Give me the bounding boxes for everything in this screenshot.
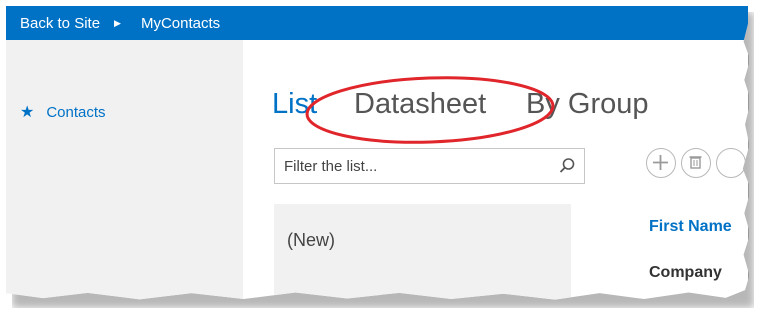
company-label: Company — [649, 264, 722, 281]
delete-item-button[interactable] — [681, 148, 711, 178]
screenshot-frame: Back to Site ▶ MyContacts ★ Contacts Lis… — [6, 6, 748, 300]
left-navigation: ★ Contacts — [6, 40, 243, 300]
chevron-right-icon: ▶ — [114, 17, 121, 28]
search-icon[interactable] — [558, 157, 576, 175]
filter-placeholder: Filter the list... — [284, 158, 378, 175]
nav-item-contacts[interactable]: ★ Contacts — [20, 102, 106, 122]
star-icon: ★ — [20, 104, 35, 121]
list-item-new[interactable]: (New) — [274, 204, 571, 300]
highlight-ellipse — [305, 76, 555, 144]
suite-bar: Back to Site ▶ MyContacts — [6, 6, 748, 40]
add-item-button[interactable] — [646, 148, 676, 178]
back-to-site-link[interactable]: Back to Site — [20, 15, 100, 32]
filter-input[interactable]: Filter the list... — [274, 148, 585, 184]
new-item-label: (New) — [287, 230, 335, 250]
first-name-label: First Name — [649, 218, 732, 235]
plus-icon — [653, 155, 668, 170]
more-tools-button[interactable] — [716, 148, 746, 178]
nav-item-label: Contacts — [46, 103, 106, 121]
site-title-link[interactable]: MyContacts — [141, 15, 220, 32]
trash-icon — [689, 156, 702, 169]
